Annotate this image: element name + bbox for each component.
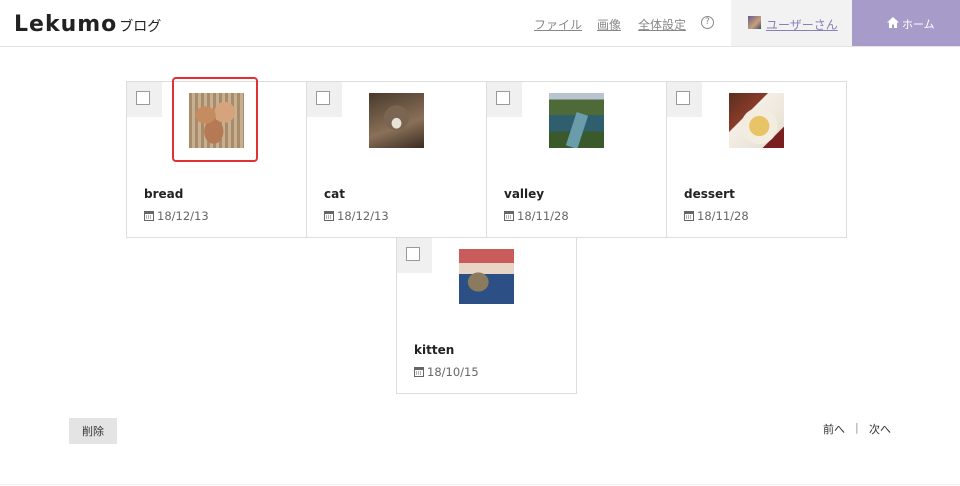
nav-files[interactable]: ファイル — [534, 16, 582, 33]
image-date-text: 18/11/28 — [517, 209, 569, 223]
checkbox-area — [397, 238, 432, 273]
calendar-icon — [144, 211, 154, 221]
home-label: ホーム — [902, 18, 935, 31]
select-checkbox[interactable] — [406, 247, 420, 261]
image-date: 18/10/15 — [414, 365, 479, 379]
logo[interactable]: Lekumo ブログ — [14, 12, 161, 37]
valley-thumbnail[interactable] — [549, 93, 604, 148]
prev-page-link[interactable]: 前へ — [823, 421, 845, 437]
image-date: 18/12/13 — [144, 209, 209, 223]
image-title[interactable]: dessert — [684, 187, 735, 201]
next-page-link[interactable]: 次へ — [869, 421, 891, 437]
logo-subtitle: ブログ — [119, 19, 162, 35]
image-card-dessert[interactable]: dessert 18/11/28 — [666, 81, 847, 238]
calendar-icon — [684, 211, 694, 221]
image-title[interactable]: valley — [504, 187, 544, 201]
image-date: 18/11/28 — [504, 209, 569, 223]
selection-highlight — [172, 77, 258, 162]
help-icon[interactable]: ? — [701, 16, 714, 29]
home-icon — [887, 17, 899, 28]
image-card-valley[interactable]: valley 18/11/28 — [486, 81, 667, 238]
home-button[interactable]: ホーム — [852, 0, 960, 46]
logo-text: Lekumo — [14, 12, 118, 37]
avatar — [748, 16, 761, 29]
select-checkbox[interactable] — [136, 91, 150, 105]
select-checkbox[interactable] — [676, 91, 690, 105]
image-date: 18/11/28 — [684, 209, 749, 223]
select-checkbox[interactable] — [496, 91, 510, 105]
cat-thumbnail[interactable] — [369, 93, 424, 148]
footer-divider — [0, 484, 960, 485]
calendar-icon — [324, 211, 334, 221]
nav-images[interactable]: 画像 — [597, 16, 621, 33]
image-date-text: 18/11/28 — [697, 209, 749, 223]
calendar-icon — [504, 211, 514, 221]
image-card-cat[interactable]: cat 18/12/13 — [306, 81, 487, 238]
image-date-text: 18/12/13 — [337, 209, 389, 223]
image-date-text: 18/10/15 — [427, 365, 479, 379]
nav-settings[interactable]: 全体設定 — [638, 16, 686, 33]
image-card-kitten[interactable]: kitten 18/10/15 — [396, 237, 577, 394]
image-title[interactable]: kitten — [414, 343, 454, 357]
checkbox-area — [667, 82, 702, 117]
kitten-thumbnail[interactable] — [459, 249, 514, 304]
calendar-icon — [414, 367, 424, 377]
delete-button[interactable]: 削除 — [69, 418, 117, 444]
image-title[interactable]: cat — [324, 187, 345, 201]
checkbox-area — [127, 82, 162, 117]
image-date-text: 18/12/13 — [157, 209, 209, 223]
dessert-thumbnail[interactable] — [729, 93, 784, 148]
image-title[interactable]: bread — [144, 187, 183, 201]
checkbox-area — [487, 82, 522, 117]
checkbox-area — [307, 82, 342, 117]
header: Lekumo ブログ ファイル 画像 全体設定 ? ユーザーさん ホーム — [0, 0, 960, 47]
image-date: 18/12/13 — [324, 209, 389, 223]
pager-separator: | — [855, 421, 859, 434]
select-checkbox[interactable] — [316, 91, 330, 105]
user-name-link[interactable]: ユーザーさん — [766, 16, 838, 33]
user-menu[interactable]: ユーザーさん — [731, 0, 852, 46]
